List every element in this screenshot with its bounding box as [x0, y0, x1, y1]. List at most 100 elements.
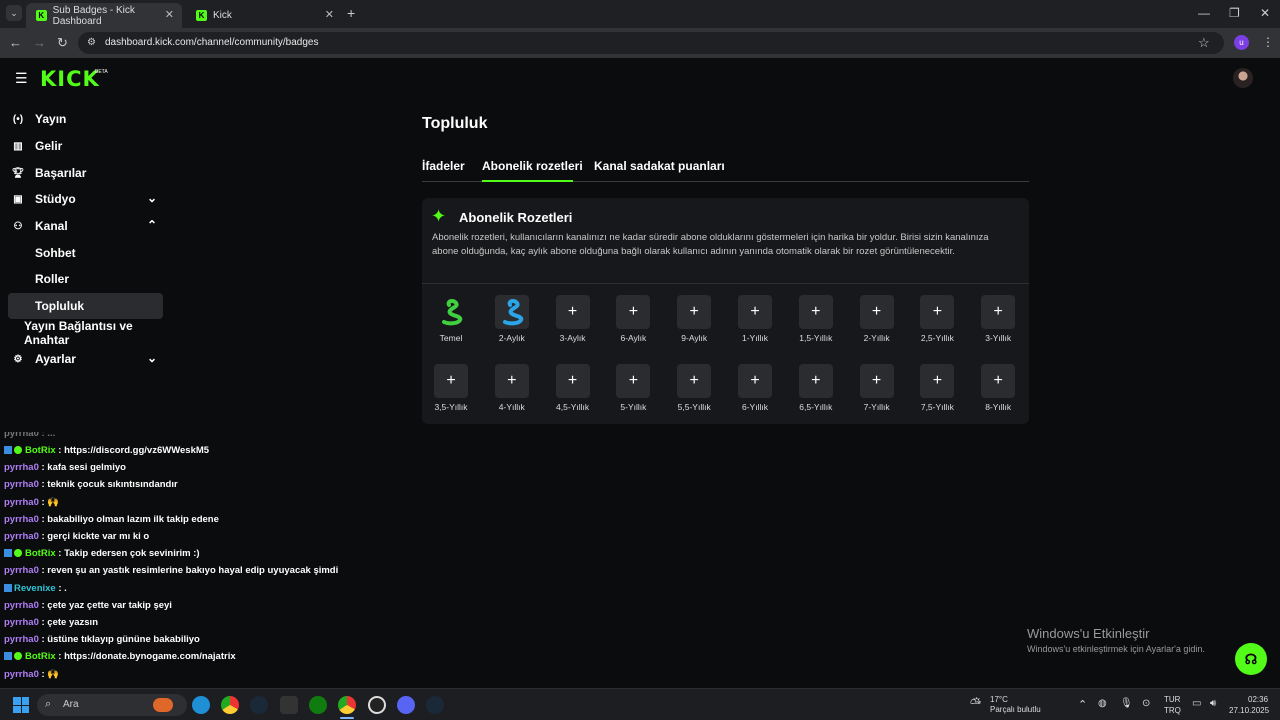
add-badge-icon[interactable]: + [555, 295, 590, 329]
security-icon[interactable]: ◍ [1098, 698, 1107, 709]
badge-slot[interactable]: Temel [421, 295, 481, 355]
add-badge-icon[interactable]: + [434, 364, 468, 398]
url-text[interactable]: dashboard.kick.com/channel/community/bad… [105, 37, 318, 48]
badge-slot[interactable]: +3-Yıllık [968, 295, 1028, 355]
sidebar-item-stream-key[interactable]: Yayın Bağlantısı ve Anahtar [8, 319, 163, 347]
clock-time[interactable]: 02:36 [1248, 695, 1268, 704]
chrome-active-icon[interactable] [338, 696, 356, 714]
chat-username[interactable]: Revenixe [14, 583, 56, 594]
badge-slot[interactable]: +3-Aylık [543, 295, 603, 355]
profile-avatar[interactable]: u [1234, 35, 1249, 50]
add-badge-icon[interactable]: + [859, 364, 894, 398]
browser-tab-kick[interactable]: K Kick ✕ [186, 3, 342, 28]
chat-username[interactable]: BotRix [25, 651, 56, 662]
language-secondary[interactable]: TRQ [1164, 706, 1181, 715]
chat-username[interactable]: pyrrha0 [4, 634, 39, 645]
tab-abonelik-rozetleri[interactable]: Abonelik rozetleri [482, 159, 583, 173]
steam-icon-2[interactable] [426, 696, 444, 714]
microphone-icon[interactable]: 🎙︎ [1120, 698, 1133, 709]
discord-icon[interactable] [397, 696, 415, 714]
sidebar-item-studyo[interactable]: ▣ Stüdyo ⌄ [8, 186, 163, 212]
browser-menu-icon[interactable]: ⋮ [1262, 35, 1274, 49]
add-badge-icon[interactable]: + [738, 364, 772, 398]
add-badge-icon[interactable]: + [738, 295, 772, 329]
add-badge-icon[interactable]: + [981, 364, 1016, 398]
close-tab-icon[interactable]: ✕ [165, 8, 174, 21]
badge-slot[interactable]: +8-Yıllık [968, 364, 1028, 424]
badge-slot[interactable]: +1-Yıllık [725, 295, 785, 355]
epic-games-icon[interactable] [280, 696, 298, 714]
add-badge-icon[interactable]: + [798, 364, 833, 398]
obs-icon[interactable] [368, 696, 386, 714]
badge-slot[interactable]: +6-Yıllık [725, 364, 785, 424]
tab-kanal-sadakat[interactable]: Kanal sadakat puanları [594, 159, 725, 173]
badge-slot[interactable]: +6-Aylık [603, 295, 663, 355]
close-tab-icon[interactable]: ✕ [325, 8, 334, 21]
sidebar-item-ayarlar[interactable]: ⚙ Ayarlar ⌄ [8, 346, 163, 372]
add-badge-icon[interactable]: + [555, 364, 590, 398]
forward-icon[interactable]: → [33, 35, 46, 50]
kick-logo[interactable]: KICK [40, 67, 100, 91]
chat-username[interactable]: BotRix [25, 445, 56, 456]
sidebar-item-gelir[interactable]: ▥ Gelir [8, 133, 163, 159]
badge-slot[interactable]: +7-Yıllık [847, 364, 907, 424]
hamburger-menu-icon[interactable]: ☰ [15, 70, 28, 87]
badge-slot[interactable]: +5-Yıllık [603, 364, 663, 424]
chat-username[interactable]: pyrrha0 [4, 617, 39, 628]
chat-username[interactable]: pyrrha0 [4, 479, 39, 490]
omnibox[interactable]: ⚙ dashboard.kick.com/channel/community/b… [78, 32, 1224, 54]
tray-chevron-up-icon[interactable]: ⌃ [1078, 698, 1087, 711]
weather-temp[interactable]: 17°C [990, 695, 1008, 704]
snake-badge-icon[interactable] [494, 295, 529, 329]
location-icon[interactable]: ⊙ [1142, 698, 1150, 709]
badge-slot[interactable]: +5,5-Yıllık [664, 364, 724, 424]
badge-slot[interactable]: +2,5-Yıllık [907, 295, 967, 355]
chat-username[interactable]: pyrrha0 [4, 514, 39, 525]
tab-ifadeler[interactable]: İfadeler [422, 159, 465, 173]
snake-badge-icon[interactable] [434, 295, 468, 329]
badge-slot[interactable]: 2-Aylık [482, 295, 542, 355]
close-window-icon[interactable]: ✕ [1260, 6, 1270, 20]
sidebar-item-topluluk[interactable]: Topluluk [8, 293, 163, 319]
chat-username[interactable]: pyrrha0 [4, 600, 39, 611]
add-badge-icon[interactable]: + [677, 364, 712, 398]
add-badge-icon[interactable]: + [616, 295, 651, 329]
reload-icon[interactable]: ↻ [57, 35, 68, 51]
chat-username[interactable]: pyrrha0 [4, 565, 39, 576]
windows-start-icon[interactable] [13, 697, 29, 713]
chat-username[interactable]: pyrrha0 [4, 497, 39, 508]
browser-tab-sub-badges[interactable]: K Sub Badges - Kick Dashboard ✕ [26, 3, 182, 28]
sidebar-item-yayin[interactable]: (•) Yayın [8, 106, 163, 132]
badge-slot[interactable]: +4,5-Yıllık [543, 364, 603, 424]
badge-slot[interactable]: +9-Aylık [664, 295, 724, 355]
back-icon[interactable]: ← [9, 35, 22, 50]
sidebar-item-sohbet[interactable]: Sohbet [8, 240, 163, 266]
sidebar-item-basarilar[interactable]: 🏆︎ Başarılar [8, 160, 163, 186]
add-badge-icon[interactable]: + [920, 364, 955, 398]
restore-icon[interactable]: ❐ [1229, 6, 1240, 20]
help-chat-button[interactable]: ☊ [1235, 643, 1267, 675]
badge-slot[interactable]: +4-Yıllık [482, 364, 542, 424]
chat-username[interactable]: pyrrha0 [4, 669, 39, 680]
edge-icon[interactable] [192, 696, 210, 714]
sidebar-item-roller[interactable]: Roller [8, 266, 163, 292]
add-badge-icon[interactable]: + [616, 364, 651, 398]
chat-username[interactable]: pyrrha0 [4, 462, 39, 473]
network-icon[interactable]: ▭ [1192, 698, 1201, 709]
chat-username[interactable]: BotRix [25, 548, 56, 559]
badge-slot[interactable]: +6,5-Yıllık [786, 364, 846, 424]
add-badge-icon[interactable]: + [920, 295, 955, 329]
new-tab-icon[interactable]: + [347, 5, 355, 21]
badge-slot[interactable]: +3,5-Yıllık [421, 364, 481, 424]
weather-desc[interactable]: Parçalı bulutlu [990, 705, 1041, 714]
language-primary[interactable]: TUR [1164, 695, 1180, 704]
chat-username[interactable]: pyrrha0 [4, 531, 39, 542]
clock-date[interactable]: 27.10.2025 [1229, 706, 1269, 715]
steam-icon[interactable] [250, 696, 268, 714]
sidebar-item-kanal[interactable]: ⚇ Kanal ⌃ [8, 213, 163, 239]
xbox-icon[interactable] [309, 696, 327, 714]
tab-search-icon[interactable]: ⌄ [6, 5, 22, 21]
add-badge-icon[interactable]: + [494, 364, 529, 398]
taskbar-search[interactable]: ⌕ Ara [37, 694, 187, 716]
add-badge-icon[interactable]: + [677, 295, 712, 329]
